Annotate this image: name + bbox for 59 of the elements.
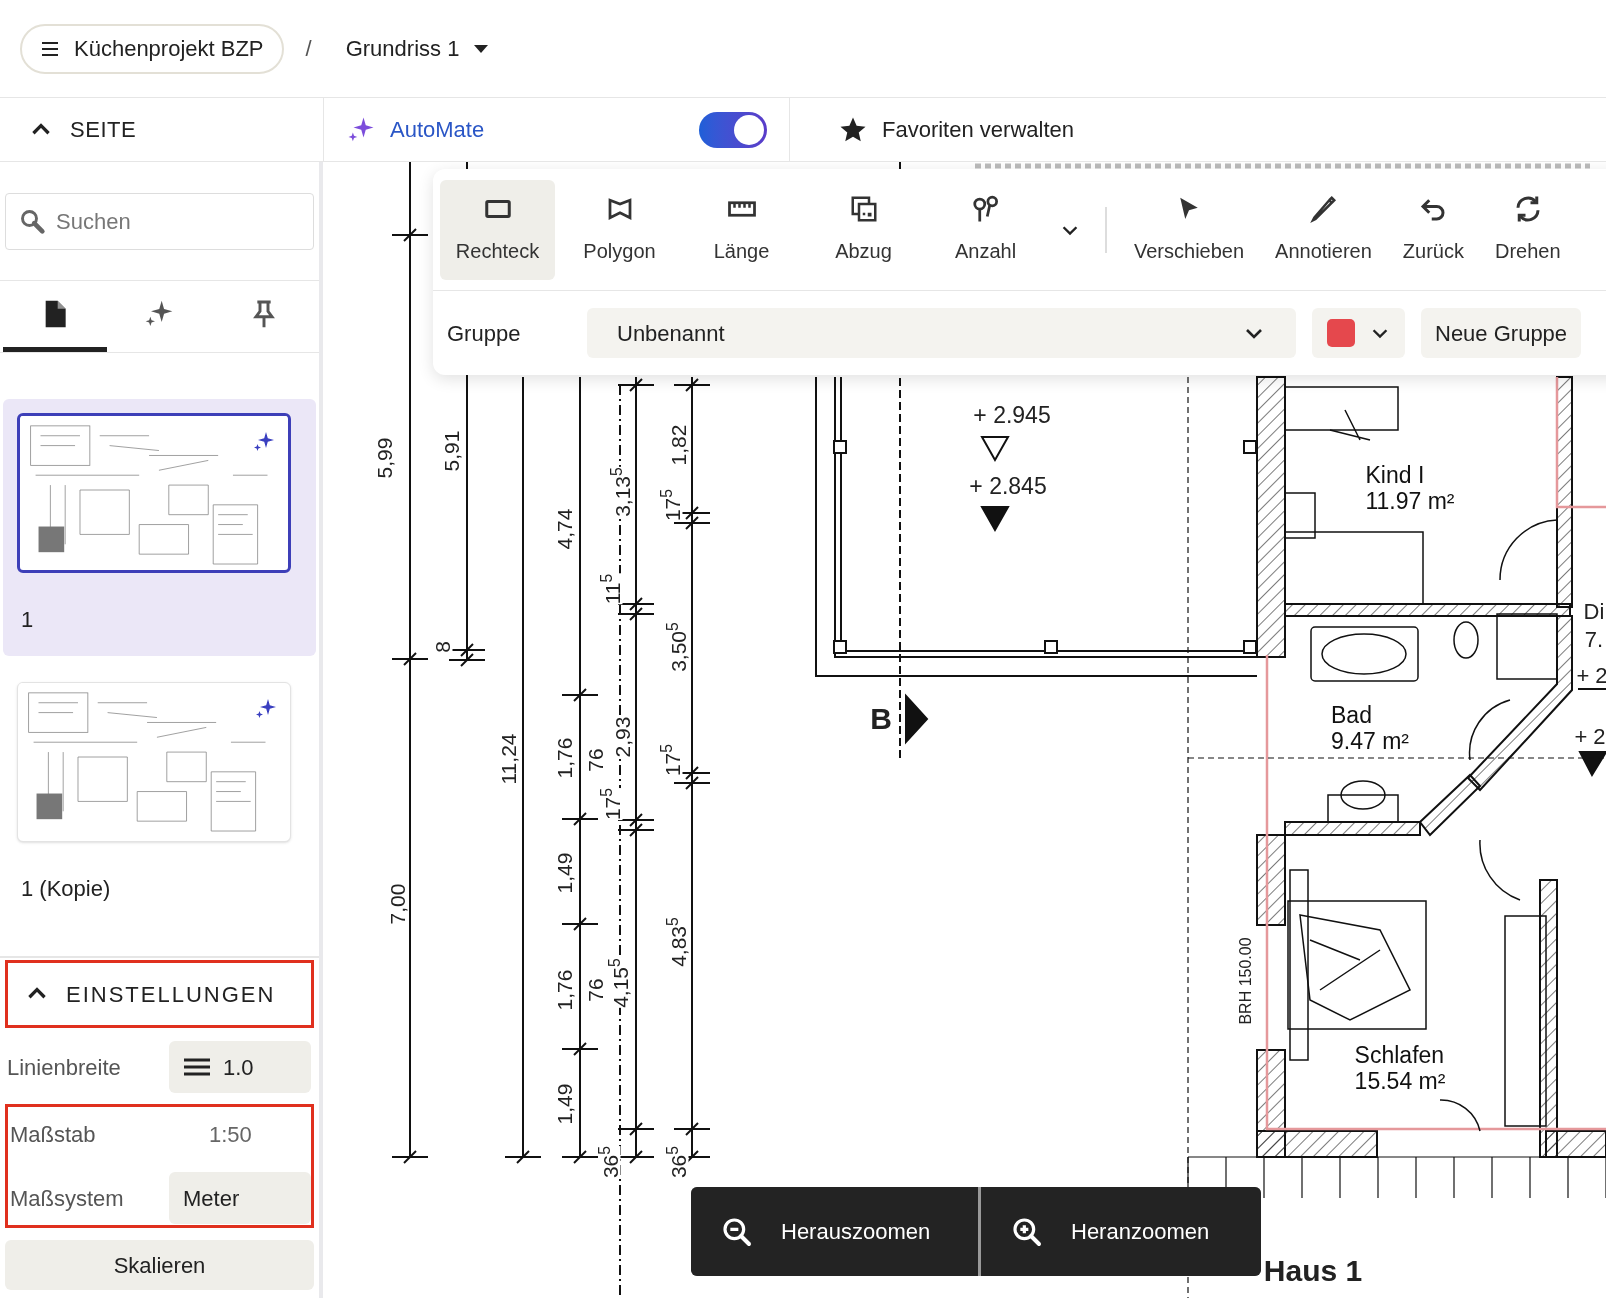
setting-field[interactable]: Meter (169, 1172, 311, 1224)
page-card[interactable]: 1 (Kopie) (3, 668, 316, 925)
color-dropdown[interactable] (1312, 308, 1405, 358)
pins-icon (970, 193, 1001, 224)
room-label: Di (1583, 601, 1605, 623)
tool-button[interactable]: Abzug (806, 179, 921, 280)
page-card[interactable]: 1 (3, 399, 316, 656)
caret-down-icon (473, 43, 490, 54)
tool-button[interactable]: Länge (684, 179, 799, 280)
note-label: BRH 150.00 (1238, 937, 1254, 1025)
new-group-button[interactable]: Neue Gruppe (1421, 308, 1582, 358)
room-area: 15.54 m² (1354, 1068, 1446, 1095)
page-label: 1 (Kopie) (20, 875, 112, 903)
tool-button[interactable]: Annotieren (1263, 179, 1384, 280)
project-menu-button[interactable]: Küchenprojekt BZP (20, 23, 284, 74)
manage-favorites-button[interactable]: Favoriten verwalten (790, 98, 1122, 161)
search-icon (19, 208, 47, 236)
setting-label: Maßsystem (10, 1184, 124, 1213)
tool-button[interactable]: Polygon (562, 179, 677, 280)
group-dropdown[interactable]: Unbenannt (587, 308, 1296, 358)
elevation-label: + 2.945 (973, 403, 1051, 427)
elevation-label: + 2.845 (969, 474, 1047, 498)
setting-label: Linienbreite (7, 1053, 121, 1082)
automate-toggle[interactable] (699, 111, 767, 148)
zoom-in-button[interactable]: Heranzoomen (981, 1187, 1261, 1276)
setting-field[interactable]: 1.0 (169, 1041, 311, 1093)
line-weight-icon (183, 1057, 211, 1077)
room-name: Schlafen (1354, 1041, 1446, 1068)
room-label: 7. (1584, 629, 1604, 651)
section-label: B (870, 704, 892, 734)
automate-label: AutoMate (390, 116, 485, 144)
tool-button[interactable]: Verschieben (1122, 179, 1257, 280)
plan-title: Haus 1 (1263, 1256, 1363, 1286)
plan-dropdown[interactable]: Grundriss 1 (333, 32, 502, 65)
room-label: + 2 (1576, 665, 1606, 687)
group-label: Gruppe (447, 319, 522, 348)
pen-icon (1308, 193, 1339, 224)
setting-value: 1:50 (208, 1120, 253, 1149)
search-field[interactable]: Suchen (5, 193, 314, 250)
tool-button[interactable]: Zurück (1390, 179, 1476, 280)
tool-button[interactable]: Rechteck (440, 179, 555, 280)
room-name: Kind I (1365, 461, 1426, 488)
tool-button[interactable]: Anzahl (928, 179, 1043, 280)
settings-section-toggle[interactable]: EINSTELLUNGEN (5, 960, 314, 1028)
breadcrumb-separator: / (305, 35, 312, 63)
room-name: Bad (1331, 701, 1373, 728)
line-width-value: 1.0 (223, 1053, 254, 1082)
group-value: Unbenannt (617, 319, 725, 348)
tool-button[interactable]: Drehen (1482, 179, 1573, 280)
zoom-in-icon (1011, 1215, 1043, 1248)
zoom-out-button[interactable]: Herauszoomen (691, 1187, 978, 1276)
room-label: + 2 (1574, 726, 1606, 748)
scale-button[interactable]: Skalieren (5, 1240, 314, 1290)
page-label: 1 (20, 606, 35, 634)
zoom-out-icon (721, 1215, 753, 1248)
room-area: 9.47 m² (1331, 728, 1409, 755)
setting-label: Maßstab (10, 1120, 96, 1149)
room-area: 11.97 m² (1365, 488, 1455, 515)
page-section-toggle[interactable]: SEITE (0, 98, 323, 161)
